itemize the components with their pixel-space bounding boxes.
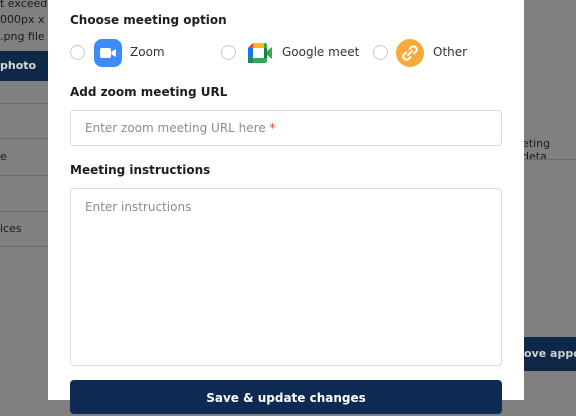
google-meet-radio[interactable] [221,45,236,60]
zoom-url-input[interactable]: Enter zoom meeting URL here * [70,110,502,146]
divider [0,103,50,104]
choose-meeting-title: Choose meeting option [70,13,227,27]
divider [0,138,50,139]
zoom-radio[interactable] [70,45,85,60]
required-mark: * [269,121,276,135]
zoom-url-title: Add zoom meeting URL [70,85,228,99]
divider [0,175,50,176]
instructions-textarea[interactable]: Enter instructions [70,188,502,366]
background-row-text: ices [0,222,22,235]
link-icon [396,39,424,67]
instructions-title: Meeting instructions [70,163,211,177]
background-photo-tab: photo [0,51,50,81]
background-approve-label: ove appoi [524,347,576,360]
background-approve-button: ove appoi [522,337,576,371]
google-meet-icon [244,39,272,67]
zoom-label: Zoom [130,45,165,59]
zoom-icon [94,39,122,67]
background-photo-label: photo [0,59,37,72]
zoom-url-placeholder: Enter zoom meeting URL here * [85,121,276,135]
google-meet-label: Google meet [282,45,360,59]
background-text: t exceed [0,0,48,10]
background-text: 000px x 1 [0,13,55,26]
other-radio[interactable] [373,45,388,60]
divider [0,211,50,212]
divider [0,246,50,247]
other-label: Other [433,45,468,59]
divider [522,159,576,160]
instructions-placeholder: Enter instructions [85,200,192,214]
background-meeting-details: eting deta [522,137,551,163]
background-row-text: e [0,150,7,163]
meeting-modal: Choose meeting option Zoom Google meet O… [48,0,524,414]
save-update-button[interactable]: Save & update changes [70,380,502,414]
